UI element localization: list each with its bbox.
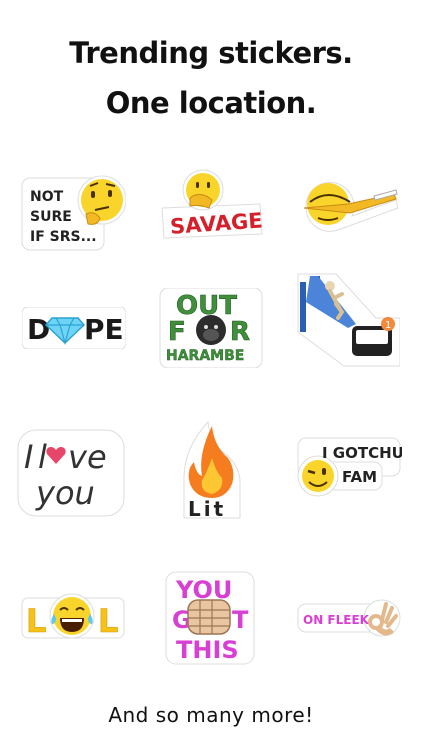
you-got-this-t: T [232, 606, 249, 634]
harambe-art: OUT F R HARAMBE [159, 287, 263, 369]
dope-art: D PE [21, 306, 127, 350]
sticker-savage[interactable]: SAVAGE [156, 168, 266, 240]
sticker-i-love-you[interactable]: I l ve you [16, 428, 126, 518]
footer-caption: And so many more! [108, 703, 314, 727]
sticker-dope[interactable]: D PE [21, 306, 127, 350]
lit-art: Lit [183, 420, 241, 521]
you-got-this-art: YOU G T THIS [165, 571, 255, 665]
love-you-text: you [35, 474, 95, 512]
headline-line-2: One location. [105, 86, 317, 120]
sticker-lit[interactable]: Lit [180, 418, 244, 522]
dope-letter-d: D [27, 313, 50, 346]
sticker-lol[interactable]: L L [20, 592, 126, 642]
svg-text:l: l [38, 438, 47, 476]
sticker-you-got-this[interactable]: YOU G T THIS [164, 570, 256, 666]
dope-letters-pe: PE [84, 313, 124, 346]
savage-art: SAVAGE [161, 169, 263, 239]
i-love-you-art: I l ve you [17, 429, 125, 517]
gotchu-art: I GOTCHU FAM [297, 437, 404, 497]
not-sure-line-3: IF SRS... [30, 229, 97, 245]
sticker-dab[interactable] [296, 178, 402, 234]
not-sure-if-srs-art: NOT SURE IF SRS... [21, 175, 127, 251]
on-fleek-art: ON FLEEK [297, 599, 401, 637]
lol-letter-l2: L [98, 602, 118, 640]
gotchu-line-1: I GOTCHU [322, 444, 402, 462]
not-sure-line-1: NOT [30, 189, 64, 205]
gorilla-icon [196, 315, 226, 345]
not-sure-line-2: SURE [30, 209, 72, 225]
lit-text: Lit [188, 497, 226, 521]
sticker-slide-inbox[interactable]: 1 [296, 272, 401, 368]
harambe-name-text: HARAMBE [166, 348, 244, 364]
love-ve-text: ve [68, 438, 107, 476]
wink-emoji-icon [302, 460, 334, 492]
harambe-f-text: F [168, 317, 186, 347]
you-got-this-line-3: THIS [176, 636, 239, 664]
slide-inbox-icon: 1 [297, 273, 401, 367]
dab-emoji-icon [303, 181, 399, 232]
on-fleek-text: ON FLEEK [303, 613, 370, 627]
love-i-text: I [24, 438, 33, 476]
lol-letter-l1: L [26, 602, 46, 640]
sticker-i-gotchu-fam[interactable]: I GOTCHU FAM [296, 436, 404, 500]
fist-icon [187, 599, 231, 635]
sticker-on-fleek[interactable]: ON FLEEK [296, 596, 402, 640]
harambe-r-text: R [230, 317, 250, 347]
gotchu-line-2: FAM [342, 468, 377, 486]
sticker-out-for-harambe[interactable]: OUT F R HARAMBE [158, 287, 264, 369]
headline-line-1: Trending stickers. [69, 36, 353, 70]
inbox-badge-count: 1 [385, 320, 391, 331]
lol-art: L L [21, 593, 125, 640]
sticker-not-sure-if-srs[interactable]: NOT SURE IF SRS... [20, 166, 127, 252]
